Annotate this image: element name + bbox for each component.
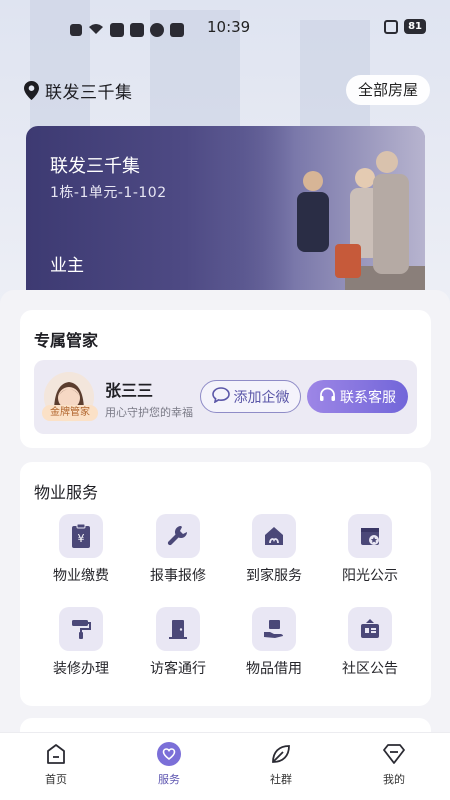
door-icon	[156, 607, 200, 651]
service-item-home-service[interactable]: 到家服务	[226, 514, 322, 585]
butler-motto: 用心守护您的幸福	[105, 406, 193, 419]
butler-section-title: 专属管家	[34, 331, 99, 350]
house-card-photo	[225, 126, 425, 296]
property-services-card: 物业服务 ¥ 物业缴费 报事报修 到家服务 阳光公示 装修办理 访客通行 物品借…	[20, 462, 431, 706]
add-wechat-label: 添加企微	[233, 389, 290, 406]
nav-community[interactable]: 社群	[241, 741, 321, 787]
yuan-clipboard-icon: ¥	[59, 514, 103, 558]
gold-butler-badge: 金牌管家	[42, 405, 98, 421]
svg-text:¥: ¥	[78, 532, 85, 545]
mail-icon	[110, 22, 124, 37]
house-card[interactable]: 联发三千集 1栋-1单元-1-102 业主	[26, 126, 425, 296]
card-icon	[170, 22, 184, 37]
service-item-public-notice[interactable]: 阳光公示	[322, 514, 418, 585]
nav-mine[interactable]: 我的	[354, 741, 434, 787]
battery-indicator: 81	[404, 19, 426, 34]
home-icon	[43, 741, 69, 767]
contact-service-button[interactable]: 联系客服	[307, 380, 408, 413]
hand-box-icon	[252, 607, 296, 651]
butler-card: 专属管家 金牌管家 张三三 用心守护您的幸福 添加企微 联系客服	[20, 310, 431, 448]
home-service-icon	[252, 514, 296, 558]
status-notification-icons	[70, 20, 184, 39]
headset-icon	[319, 387, 336, 407]
all-houses-button[interactable]: 全部房屋	[345, 75, 430, 105]
close-notification-icon	[70, 23, 82, 36]
status-bar: 10:39 81	[0, 0, 450, 56]
leaf-notification-icon	[150, 22, 164, 37]
property-services-title: 物业服务	[34, 483, 99, 502]
service-item-visitor-access[interactable]: 访客通行	[130, 607, 226, 678]
house-name: 联发三千集	[50, 156, 140, 177]
nav-home[interactable]: 首页	[16, 741, 96, 787]
location-label: 联发三千集	[45, 83, 133, 103]
contact-service-label: 联系客服	[340, 389, 396, 406]
play-icon	[130, 22, 144, 37]
service-item-property-fee[interactable]: ¥ 物业缴费	[33, 514, 129, 585]
butler-name: 张三三	[105, 381, 154, 400]
paint-roller-icon	[59, 607, 103, 651]
nav-services[interactable]: 服务	[129, 741, 209, 787]
service-item-renovation[interactable]: 装修办理	[33, 607, 129, 678]
location-selector[interactable]: 联发三千集	[24, 78, 133, 103]
diamond-icon	[381, 741, 407, 767]
service-item-item-borrowing[interactable]: 物品借用	[226, 607, 322, 678]
leaf-icon	[268, 741, 294, 767]
butler-info: 金牌管家 张三三 用心守护您的幸福 添加企微 联系客服	[34, 360, 417, 434]
house-role: 业主	[50, 256, 84, 276]
heart-service-icon	[156, 741, 182, 767]
wifi-icon	[88, 20, 104, 39]
add-wechat-button[interactable]: 添加企微	[200, 380, 301, 413]
service-item-repair[interactable]: 报事报修	[130, 514, 226, 585]
vibrate-icon	[384, 19, 399, 34]
status-time: 10:39	[207, 18, 251, 36]
bottom-nav: 首页 服务 社群 我的	[0, 732, 450, 800]
wrench-icon	[156, 514, 200, 558]
chat-bubble-icon	[211, 386, 230, 407]
calendar-notice-icon	[348, 514, 392, 558]
location-pin-icon	[24, 81, 39, 100]
service-item-community-notice[interactable]: 社区公告	[322, 607, 418, 678]
bulletin-icon	[348, 607, 392, 651]
house-unit: 1栋-1单元-1-102	[50, 185, 167, 201]
